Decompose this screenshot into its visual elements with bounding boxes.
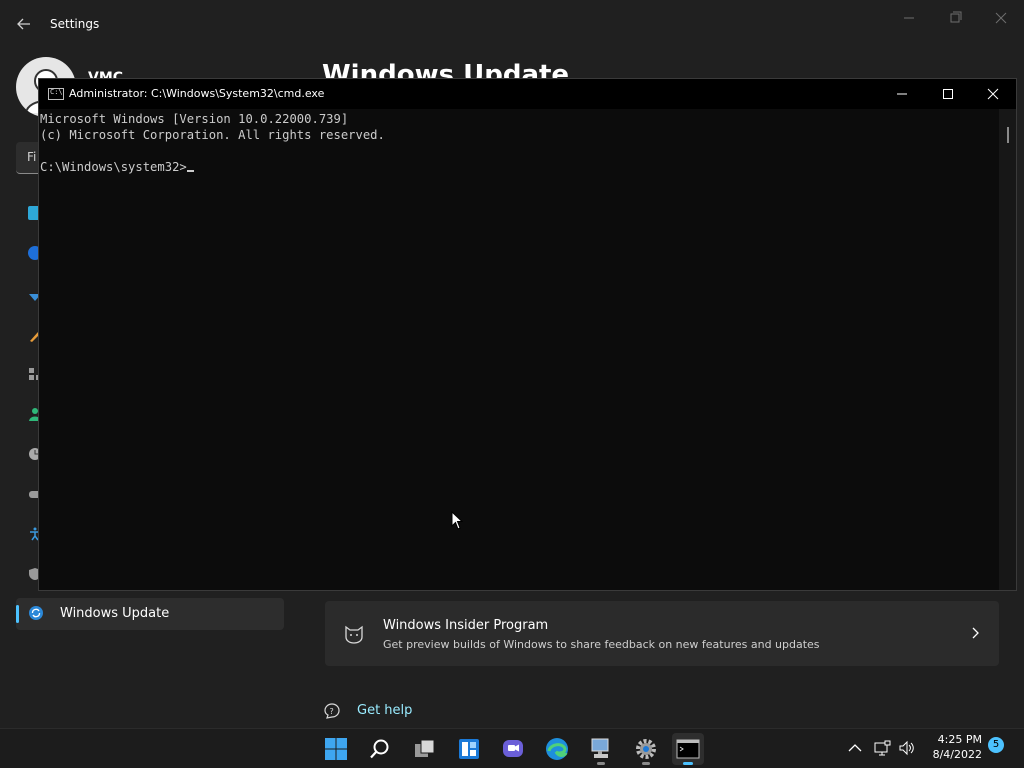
- insider-cat-icon: [345, 625, 363, 644]
- cmd-console-area[interactable]: Microsoft Windows [Version 10.0.22000.73…: [39, 109, 999, 590]
- close-icon[interactable]: [988, 8, 1014, 28]
- gear-icon: [636, 739, 656, 759]
- close-icon: [987, 88, 999, 100]
- chevron-right-icon: [972, 627, 979, 639]
- search-icon: [370, 739, 389, 759]
- terminal-icon: [676, 739, 700, 759]
- active-indicator: [16, 605, 19, 623]
- settings-button[interactable]: [630, 733, 662, 765]
- get-help-link[interactable]: Get help: [357, 703, 412, 718]
- svg-text:?: ?: [330, 707, 334, 716]
- notification-badge[interactable]: 5: [988, 737, 1004, 753]
- console-line: (c) Microsoft Corporation. All rights re…: [40, 128, 385, 142]
- running-indicator: [642, 762, 650, 765]
- cmd-app-icon[interactable]: C:\: [48, 88, 64, 100]
- back-arrow-icon[interactable]: [14, 14, 34, 34]
- cmd-titlebar[interactable]: C:\ Administrator: C:\Windows\System32\c…: [39, 79, 1016, 109]
- minimize-icon: [897, 93, 907, 95]
- active-app-indicator: [683, 762, 693, 765]
- taskbar: 4:25 PM 8/4/2022 5: [0, 728, 1024, 768]
- scrollbar-thumb[interactable]: [1007, 127, 1009, 143]
- cmd-maximize-button[interactable]: [925, 79, 971, 109]
- cmd-minimize-button[interactable]: [879, 79, 925, 109]
- widgets-icon: [459, 739, 479, 759]
- mouse-pointer-icon: [451, 511, 463, 530]
- volume-icon[interactable]: [898, 739, 916, 757]
- computer-network-icon: [591, 738, 609, 758]
- search-placeholder: Fi: [27, 150, 37, 164]
- minimize-icon[interactable]: [896, 8, 922, 28]
- cmd-title: Administrator: C:\Windows\System32\cmd.e…: [69, 87, 325, 100]
- edge-button[interactable]: [541, 733, 573, 765]
- windows-logo-icon: [325, 738, 347, 760]
- start-button[interactable]: [320, 733, 352, 765]
- running-indicator: [597, 762, 605, 765]
- console-line: Microsoft Windows [Version 10.0.22000.73…: [40, 112, 349, 126]
- teams-chat-icon: [503, 740, 523, 757]
- maximize-icon: [943, 89, 953, 99]
- network-icon[interactable]: [873, 739, 891, 757]
- search-button[interactable]: [364, 733, 396, 765]
- edge-browser-icon: [546, 738, 568, 760]
- scrollbar[interactable]: [999, 109, 1016, 590]
- windows-update-icon: [29, 606, 43, 620]
- settings-titlebar: Settings: [0, 0, 1024, 48]
- console-prompt-line[interactable]: C:\Windows\system32>: [40, 160, 194, 174]
- help-icon[interactable]: ?: [323, 702, 341, 720]
- settings-title: Settings: [50, 17, 100, 31]
- text-cursor: [186, 170, 194, 172]
- clock-date[interactable]: 8/4/2022: [925, 748, 982, 761]
- chat-button[interactable]: [497, 733, 529, 765]
- restore-icon[interactable]: [942, 8, 968, 28]
- clock-time[interactable]: 4:25 PM: [930, 733, 982, 746]
- card-subtitle: Get preview builds of Windows to share f…: [383, 638, 820, 651]
- remote-desktop-button[interactable]: [585, 733, 617, 765]
- insider-program-card[interactable]: Windows Insider Program Get preview buil…: [325, 601, 999, 666]
- cmd-close-button[interactable]: [970, 79, 1016, 109]
- task-view-button[interactable]: [409, 733, 441, 765]
- task-view-icon: [415, 739, 435, 757]
- cmd-taskbar-button[interactable]: [672, 733, 704, 765]
- widgets-button[interactable]: [453, 733, 485, 765]
- cmd-window[interactable]: C:\ Administrator: C:\Windows\System32\c…: [38, 78, 1017, 591]
- card-title: Windows Insider Program: [383, 618, 549, 633]
- sidebar-item-label: Windows Update: [60, 606, 170, 621]
- chevron-up-icon[interactable]: [846, 739, 864, 757]
- console-prompt: C:\Windows\system32>: [40, 160, 187, 174]
